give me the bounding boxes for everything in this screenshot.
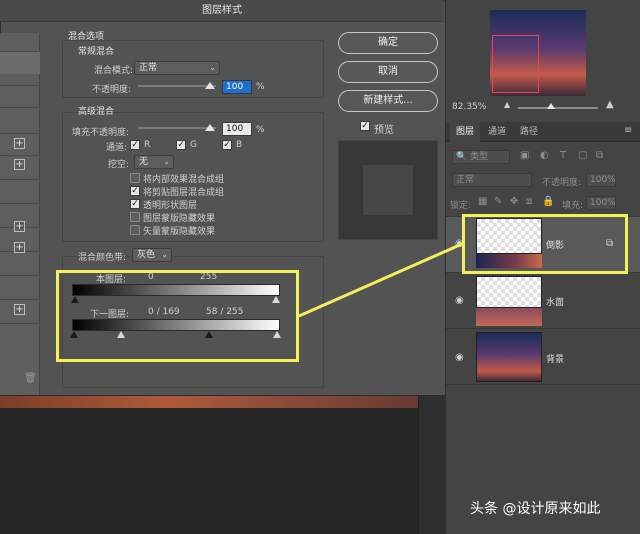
callout-connector [298,242,463,318]
watermark: 头条 @设计原来如此 [470,501,601,517]
callout-line [298,242,463,318]
